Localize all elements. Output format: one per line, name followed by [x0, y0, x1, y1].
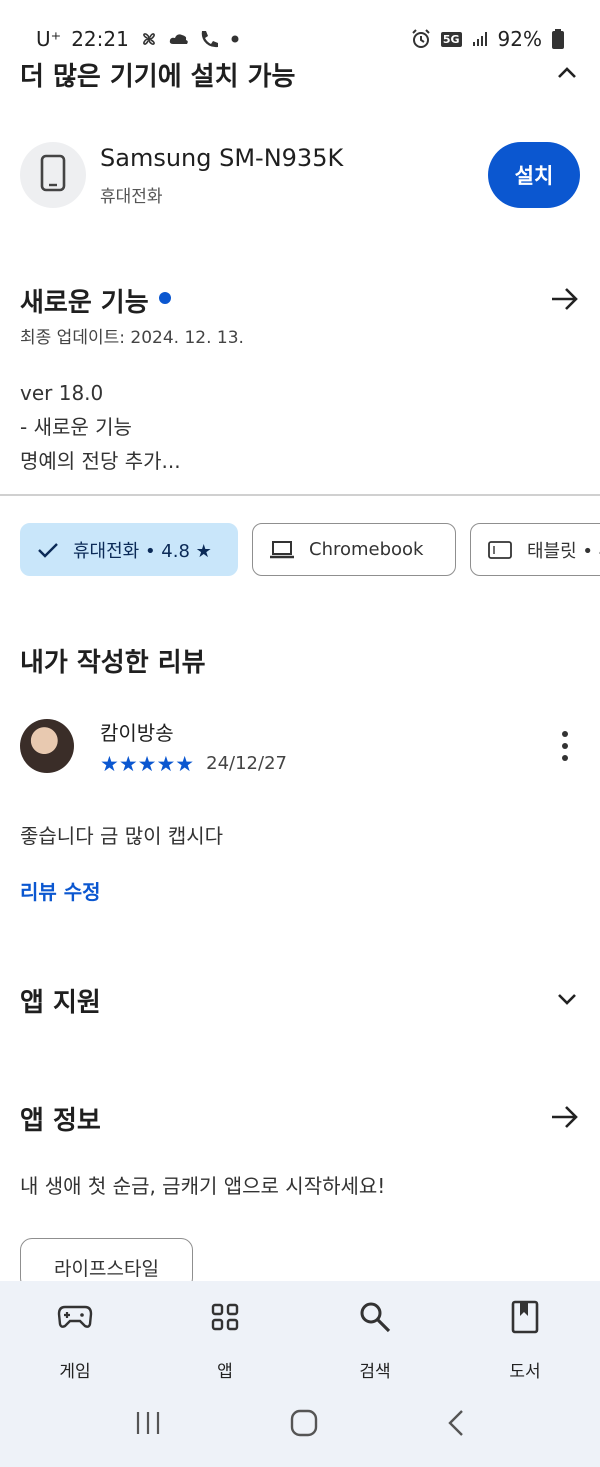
app-description: 내 생애 첫 순금, 금캐기 앱으로 시작하세요!	[20, 1174, 386, 1198]
review-text: 좋습니다 금 많이 캡시다	[20, 824, 224, 848]
star-rating: ★★★★★	[100, 751, 195, 776]
clock: 22:21	[71, 27, 129, 51]
app-support-header[interactable]: 앱 지원	[20, 982, 580, 1019]
chip-tablet-label: 태블릿 • 4	[527, 540, 600, 562]
apps-grid-icon	[211, 1299, 239, 1335]
release-note-line: - 새로운 기능	[20, 415, 132, 439]
device-type: 휴대전화	[100, 186, 163, 207]
review-date: 24/12/27	[206, 753, 287, 774]
gamepad-icon	[57, 1299, 93, 1335]
app-support-title: 앱 지원	[20, 988, 101, 1018]
my-review-header: 내가 작성한 리뷰	[20, 642, 580, 679]
release-notes: ver 18.0 - 새로운 기능 명예의 전당 추가...	[20, 376, 181, 478]
edit-review-link[interactable]: 리뷰 수정	[20, 876, 101, 905]
check-icon	[37, 541, 59, 559]
my-review-title: 내가 작성한 리뷰	[20, 648, 206, 678]
nav-search-label: 검색	[359, 1362, 391, 1382]
tablet-icon	[487, 540, 513, 560]
home-icon[interactable]	[289, 1408, 319, 1442]
chip-tablet[interactable]: 태블릿 • 4	[470, 523, 600, 576]
more-options-icon[interactable]	[550, 721, 580, 771]
device-filter-chips: 휴대전화 • 4.8 ★ Chromebook 태블릿 • 4	[20, 523, 600, 576]
chip-phone[interactable]: 휴대전화 • 4.8 ★	[20, 523, 238, 576]
device-row: Samsung SM-N935K 휴대전화 설치	[20, 140, 580, 210]
more-devices-header[interactable]: 더 많은 기기에 설치 가능	[20, 56, 580, 93]
device-name: Samsung SM-N935K	[100, 143, 344, 172]
recent-apps-icon[interactable]	[134, 1410, 162, 1440]
search-icon	[359, 1299, 391, 1335]
chip-chromebook[interactable]: Chromebook	[252, 523, 456, 576]
smartphone-icon	[40, 154, 66, 196]
battery-icon	[552, 29, 564, 49]
status-bar: U⁺ 22:21 5G 92%	[0, 0, 600, 60]
laptop-icon	[269, 540, 295, 560]
arrow-right-icon[interactable]	[550, 1104, 580, 1134]
notification-dot-icon	[231, 35, 239, 43]
whats-new-title-wrap: 새로운 기능	[20, 282, 171, 319]
battery-percent: 92%	[497, 27, 542, 51]
avatar	[20, 719, 74, 773]
phone-call-icon	[199, 29, 221, 49]
install-button[interactable]: 설치	[488, 142, 580, 208]
app-info-title: 앱 정보	[20, 1106, 101, 1136]
divider	[0, 494, 600, 496]
app-info-header[interactable]: 앱 정보	[20, 1100, 580, 1137]
arrow-right-icon[interactable]	[550, 286, 580, 316]
more-devices-title: 더 많은 기기에 설치 가능	[20, 62, 296, 92]
release-note-line: ver 18.0	[20, 381, 104, 405]
bottom-nav: 게임 앱 검색 도서	[0, 1281, 600, 1467]
new-indicator-dot	[158, 291, 171, 304]
nav-books[interactable]: 도서	[475, 1299, 575, 1382]
nav-games[interactable]: 게임	[25, 1299, 125, 1382]
chip-phone-label: 휴대전화 • 4.8 ★	[73, 540, 212, 562]
system-navigation	[0, 1405, 600, 1445]
alarm-icon	[411, 29, 431, 49]
reviewer-row: 캄이방송 ★★★★★ 24/12/27	[20, 716, 580, 776]
network-type-icon: 5G	[440, 31, 462, 47]
whats-new-title: 새로운 기능	[20, 288, 149, 318]
last-updated: 최종 업데이트: 2024. 12. 13.	[20, 328, 244, 348]
release-note-line: 명예의 전당 추가...	[20, 449, 181, 473]
device-avatar	[20, 142, 86, 208]
carrier-label: U⁺	[36, 27, 62, 51]
reviewer-name: 캄이방송	[100, 720, 174, 745]
chip-chromebook-label: Chromebook	[309, 539, 424, 560]
nav-books-label: 도서	[509, 1362, 541, 1382]
book-icon	[511, 1299, 539, 1335]
whats-new-header[interactable]: 새로운 기능	[20, 282, 580, 319]
nav-search[interactable]: 검색	[325, 1299, 425, 1382]
chevron-down-icon[interactable]	[554, 986, 580, 1016]
cloud-icon	[169, 32, 189, 46]
back-icon[interactable]	[446, 1409, 466, 1441]
fan-icon	[139, 29, 159, 49]
chevron-up-icon[interactable]	[554, 60, 580, 90]
nav-games-label: 게임	[59, 1362, 91, 1382]
nav-apps[interactable]: 앱	[175, 1299, 275, 1382]
nav-apps-label: 앱	[217, 1362, 233, 1382]
signal-icon	[472, 31, 488, 47]
